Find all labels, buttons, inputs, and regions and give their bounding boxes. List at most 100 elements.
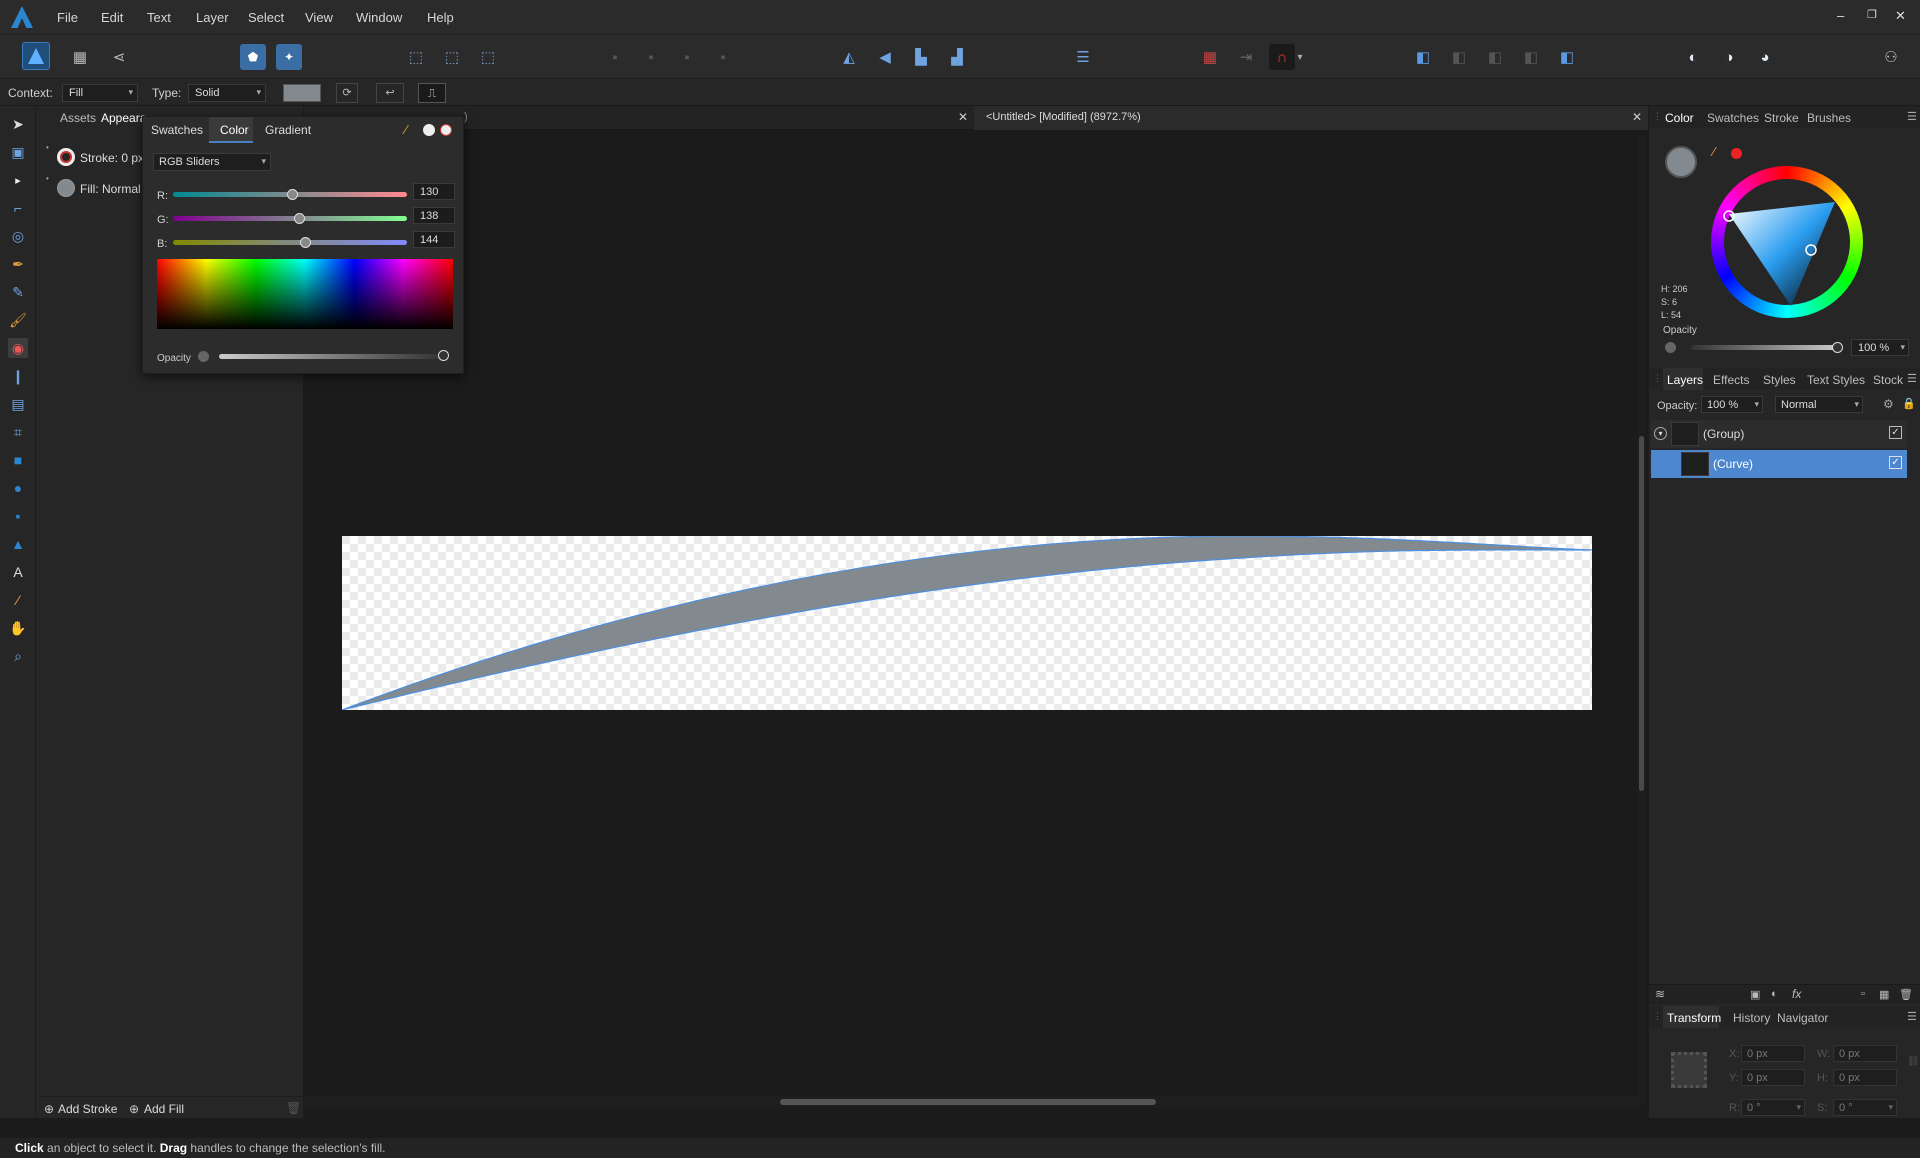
r-value-field[interactable]: 130 — [413, 183, 455, 200]
color-spectrum[interactable] — [157, 259, 453, 329]
tab-color-active[interactable]: Color — [209, 117, 253, 143]
menu-help[interactable]: Help — [427, 10, 454, 25]
delete-icon[interactable]: 🗑 — [286, 1101, 301, 1115]
adjustment-icon[interactable]: ◐ — [1771, 988, 1778, 1000]
tab-brushes-right[interactable]: Brushes — [1807, 111, 1851, 125]
flip-horizontal-icon[interactable]: ◭ — [836, 44, 862, 70]
b-slider[interactable] — [173, 237, 407, 248]
grid-icon[interactable]: ▦ — [1197, 44, 1223, 70]
tab-assets[interactable]: Assets — [60, 111, 96, 125]
tab-stroke-right[interactable]: Stroke — [1764, 111, 1799, 125]
g-slider[interactable] — [173, 213, 407, 224]
menu-layer[interactable]: Layer — [196, 10, 229, 25]
fill-rule-icon[interactable]: ⎍ — [418, 83, 446, 103]
tab-stock[interactable]: Stock — [1873, 373, 1903, 387]
g-value-field[interactable]: 138 — [413, 207, 455, 224]
anchor-selector[interactable] — [1671, 1052, 1707, 1088]
opacity-field-right[interactable]: 100 % ▾ — [1851, 339, 1909, 356]
snapping-magnet-icon[interactable]: ∩ — [1269, 44, 1295, 70]
w-field[interactable]: 0 px — [1833, 1045, 1897, 1062]
corner-tool-icon[interactable]: ⌐ — [8, 198, 28, 218]
h-field[interactable]: 0 px — [1833, 1069, 1897, 1086]
opacity-slider-right[interactable] — [1691, 345, 1839, 350]
x-field[interactable]: 0 px — [1741, 1045, 1805, 1062]
tab-navigator[interactable]: Navigator — [1777, 1011, 1828, 1025]
rotation-field[interactable]: 0 ° ▾ — [1741, 1099, 1805, 1116]
layer-row-curve[interactable]: (Curve) ✓ — [1651, 450, 1907, 478]
grip-icon[interactable]: ⋮ — [1653, 1011, 1662, 1022]
close-doc-tab-icon[interactable]: ✕ — [1632, 110, 1642, 124]
artboard[interactable] — [342, 536, 1592, 710]
stroke-swatch-icon[interactable] — [57, 148, 75, 166]
fx-icon[interactable]: fx — [1792, 987, 1801, 1001]
menu-edit[interactable]: Edit — [101, 10, 123, 25]
no-fill-icon[interactable] — [440, 124, 452, 136]
panel-menu-icon[interactable]: ☰ — [1907, 110, 1917, 123]
arrange-backward-icon[interactable]: ▪ — [638, 44, 664, 70]
user-account-icon[interactable]: ⚇ — [1878, 44, 1904, 70]
fill-color-swatch[interactable] — [283, 84, 321, 102]
transform-select-icon[interactable]: ⬚ — [403, 44, 429, 70]
opacity-slider-right-knob[interactable] — [1832, 342, 1843, 353]
boolean-add-icon[interactable]: ◧ — [1410, 44, 1436, 70]
pen-tool-icon[interactable]: ✒ — [8, 254, 28, 274]
arrange-forward-icon[interactable]: ▪ — [674, 44, 700, 70]
stroke-expander-icon[interactable]: • — [46, 143, 49, 152]
vector-brush-icon[interactable]: 🖌 — [8, 310, 28, 330]
arrange-back-icon[interactable]: ▪ — [602, 44, 628, 70]
expand-group-icon[interactable]: ▾ — [1654, 427, 1667, 440]
color-mode-dropdown[interactable]: RGB Sliders ▾ — [153, 153, 271, 171]
panel-menu-icon[interactable]: ☰ — [1907, 1010, 1917, 1023]
arrange-front-icon[interactable]: ▪ — [710, 44, 736, 70]
layer-row-group[interactable]: ▾ (Group) ✓ — [1651, 420, 1907, 448]
fill-swatch-icon[interactable] — [57, 179, 75, 197]
insert-front-icon[interactable]: ◕ — [1752, 44, 1778, 70]
minimize-icon[interactable]: – — [1837, 8, 1844, 23]
point-transform-icon[interactable]: ◎ — [8, 226, 28, 246]
layer-opacity-field[interactable]: 100 % ▾ — [1701, 396, 1763, 413]
transform-bbox-icon[interactable]: ⬚ — [439, 44, 465, 70]
text-tool-icon[interactable]: A — [8, 562, 28, 582]
tab-transform-active[interactable]: Transform — [1663, 1006, 1721, 1028]
boolean-xor-icon[interactable]: ◧ — [1518, 44, 1544, 70]
boolean-divide-icon[interactable]: ◧ — [1554, 44, 1580, 70]
rounded-rect-icon[interactable]: ▪ — [8, 506, 28, 526]
hand-tool-icon[interactable]: ✋ — [8, 618, 28, 638]
color-triangle[interactable] — [1711, 166, 1863, 318]
lock-icon[interactable]: 🔒 — [1902, 397, 1916, 410]
current-fill-circle[interactable] — [1665, 146, 1697, 178]
group-layers-icon[interactable]: ▦ — [1879, 988, 1889, 1001]
tab-effects[interactable]: Effects — [1713, 373, 1749, 387]
pixel-brush-icon[interactable]: ✦ — [276, 44, 302, 70]
app-logo-icon[interactable] — [11, 6, 33, 28]
tab-swatches-right[interactable]: Swatches — [1707, 111, 1759, 125]
add-fill-button[interactable]: Add Fill — [144, 1102, 184, 1116]
rectangle-tool-icon[interactable]: ■ — [8, 450, 28, 470]
doc-tab-active[interactable]: <Untitled> [Modified] (8972.7%) ✕ — [974, 106, 1652, 130]
snapping-dropdown-icon[interactable]: ▾ — [1294, 44, 1306, 70]
add-stroke-button[interactable]: Add Stroke — [58, 1102, 117, 1116]
tab-history[interactable]: History — [1733, 1011, 1770, 1025]
tab-color-right[interactable]: Color — [1665, 111, 1694, 125]
share-icon[interactable]: ⋖ — [106, 44, 132, 70]
tab-text-styles[interactable]: Text Styles — [1807, 373, 1865, 387]
r-slider[interactable] — [173, 189, 407, 200]
rotate-left-icon[interactable]: ▙ — [908, 44, 934, 70]
restore-icon[interactable]: ❐ — [1867, 8, 1877, 21]
eyedropper-right-icon[interactable]: ⁄ — [1713, 144, 1715, 159]
flip-vertical-icon[interactable]: ◀ — [872, 44, 898, 70]
layers-stack-icon[interactable]: ≋ — [1655, 987, 1665, 1001]
tab-swatches[interactable]: Swatches — [151, 123, 203, 137]
blend-mode-dropdown[interactable]: Normal ▾ — [1775, 396, 1863, 413]
add-fill-icon[interactable]: ⊕ — [129, 1102, 139, 1116]
opacity-slider[interactable] — [219, 354, 443, 359]
fill-expander-icon[interactable]: • — [46, 174, 49, 183]
close-doc-tab-left-icon[interactable]: ✕ — [958, 110, 968, 124]
context-dropdown[interactable]: Fill — [62, 84, 138, 102]
opacity-slider-knob[interactable] — [438, 350, 449, 361]
pencil-tool-icon[interactable]: ✎ — [8, 282, 28, 302]
place-image-icon[interactable]: ▤ — [8, 394, 28, 414]
close-window-icon[interactable]: ✕ — [1895, 8, 1906, 24]
align-icon[interactable]: ☰ — [1070, 44, 1096, 70]
menu-text[interactable]: Text — [147, 10, 171, 25]
